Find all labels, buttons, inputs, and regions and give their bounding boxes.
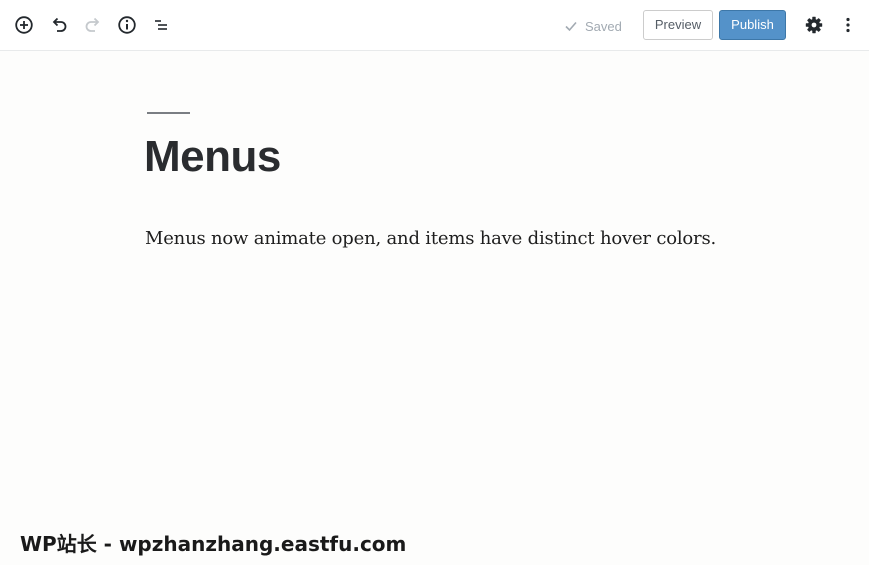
editor-canvas: Menus Menus now animate open, and items … <box>0 51 869 565</box>
post-title[interactable]: Menus <box>144 129 281 185</box>
saved-status: Saved <box>563 17 622 35</box>
more-vertical-icon[interactable] <box>836 13 860 37</box>
publish-button[interactable]: Publish <box>719 10 786 40</box>
preview-button[interactable]: Preview <box>643 10 713 40</box>
editor-toolbar: Saved Preview Publish <box>0 0 869 51</box>
undo-icon[interactable] <box>47 13 71 37</box>
saved-label: Saved <box>585 18 622 34</box>
check-icon <box>565 21 577 32</box>
gear-icon[interactable] <box>802 13 826 37</box>
watermark: WP站长 - wpzhanzhang.eastfu.com <box>20 532 407 556</box>
title-separator <box>147 112 190 114</box>
paragraph-block[interactable]: Menus now animate open, and items have d… <box>145 225 716 253</box>
plus-circle-icon[interactable] <box>12 13 36 37</box>
list-view-icon[interactable] <box>149 13 173 37</box>
redo-icon[interactable] <box>81 13 105 37</box>
info-icon[interactable] <box>115 13 139 37</box>
